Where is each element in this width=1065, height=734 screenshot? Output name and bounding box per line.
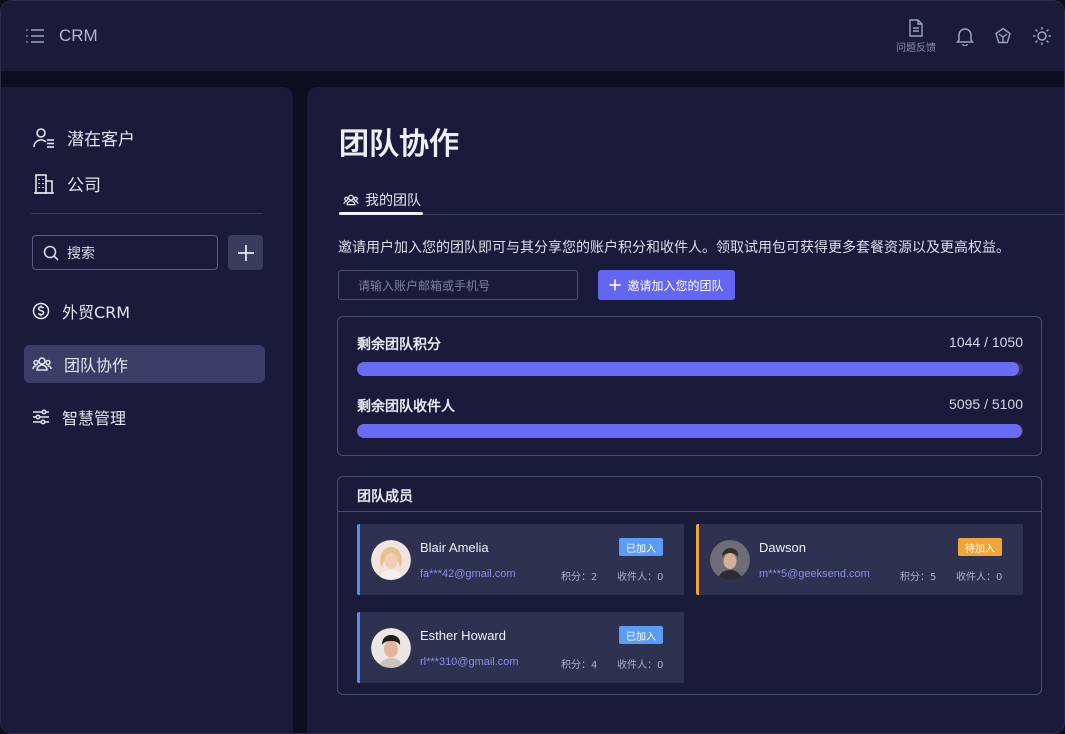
member-email: rl***310@gmail.com xyxy=(420,656,519,668)
team-icon xyxy=(343,194,359,206)
bell-icon[interactable] xyxy=(956,26,974,46)
sidebar-item-trade-crm[interactable]: 外贸CRM xyxy=(24,292,265,330)
member-points: 积分：2 xyxy=(561,572,598,583)
active-tab-indicator xyxy=(339,212,423,215)
sidebar-item-company[interactable]: 公司 xyxy=(33,171,101,196)
quota-card: 剩余团队积分 1044 / 1050 剩余团队收件人 5095 / 5100 xyxy=(337,316,1042,456)
member-recipients: 收件人：0 xyxy=(617,572,664,583)
tab-my-team[interactable]: 我的团队 xyxy=(339,190,425,210)
add-button[interactable] xyxy=(228,235,263,270)
feedback-button[interactable]: 问题反馈 xyxy=(896,18,936,54)
sun-icon[interactable] xyxy=(1032,26,1052,46)
main-panel: 团队协作 我的团队 邀请用户加入您的团队即可与其分享您的账户积分和收件人。领取试… xyxy=(307,87,1064,733)
team-icon xyxy=(32,357,52,371)
status-badge: 待加入 xyxy=(958,538,1002,556)
sidebar-item-label: 公司 xyxy=(67,176,101,196)
invite-email-input[interactable]: 请输入账户邮箱或手机号 xyxy=(338,270,578,300)
app-window: CRM 问题反馈 潜在客户 公司 搜索 外贸CRM 团队协作 智慧管理 团队协作… xyxy=(0,0,1065,734)
document-icon xyxy=(909,18,923,37)
sidebar: 潜在客户 公司 搜索 外贸CRM 团队协作 智慧管理 xyxy=(1,87,293,733)
search-icon xyxy=(43,245,59,261)
nav-label: 智慧管理 xyxy=(62,409,127,428)
sidebar-item-leads[interactable]: 潜在客户 xyxy=(33,125,135,150)
avatar xyxy=(710,540,750,580)
invite-button[interactable]: 邀请加入您的团队 xyxy=(598,270,735,300)
member-email: m***5@geeksend.com xyxy=(759,568,870,580)
avatar xyxy=(371,540,411,580)
search-input[interactable]: 搜索 xyxy=(32,235,218,270)
status-badge: 已加入 xyxy=(619,538,663,556)
page-title: 团队协作 xyxy=(339,127,459,162)
quota-label: 剩余团队积分 xyxy=(357,337,441,353)
status-badge: 已加入 xyxy=(619,626,663,644)
member-recipients: 收件人：0 xyxy=(956,572,1003,583)
member-card[interactable]: Blair Amelia 已加入 fa***42@gmail.com 积分：2 … xyxy=(357,524,684,595)
building-icon xyxy=(34,173,54,194)
member-name: Blair Amelia xyxy=(420,540,489,555)
feedback-label: 问题反馈 xyxy=(896,42,936,54)
dollar-circle-icon xyxy=(32,302,50,320)
member-points: 积分：4 xyxy=(561,660,598,671)
sidebar-item-smart-management[interactable]: 智慧管理 xyxy=(24,398,265,436)
quota-value: 5095 / 5100 xyxy=(949,396,1023,412)
top-header: CRM 问题反馈 xyxy=(1,1,1064,71)
member-card[interactable]: Dawson 待加入 m***5@geeksend.com 积分：5 收件人：0 xyxy=(696,524,1023,595)
team-description: 邀请用户加入您的团队即可与其分享您的账户积分和收件人。领取试用包可获得更多套餐资… xyxy=(338,240,1010,256)
search-placeholder: 搜索 xyxy=(67,245,95,262)
avatar xyxy=(371,628,411,668)
member-email: fa***42@gmail.com xyxy=(420,568,516,580)
invite-placeholder: 请输入账户邮箱或手机号 xyxy=(358,278,491,293)
sidebar-item-label: 潜在客户 xyxy=(67,130,135,150)
quota-label: 剩余团队收件人 xyxy=(357,399,455,415)
progress-fill xyxy=(357,362,1020,376)
plus-icon xyxy=(609,279,621,291)
members-title: 团队成员 xyxy=(357,489,413,505)
tab-label: 我的团队 xyxy=(365,193,421,209)
quota-value: 1044 / 1050 xyxy=(949,334,1023,350)
members-card: 团队成员 Blair Amelia 已加入 fa***42@gmail.com … xyxy=(337,476,1042,695)
brand-title: CRM xyxy=(59,26,98,45)
members-divider xyxy=(338,511,1041,512)
gem-icon[interactable] xyxy=(994,27,1012,45)
member-name: Dawson xyxy=(759,540,806,555)
nav-label: 外贸CRM xyxy=(62,303,131,322)
header-actions: 问题反馈 xyxy=(876,1,1052,71)
member-points: 积分：5 xyxy=(900,572,937,583)
member-name: Esther Howard xyxy=(420,628,506,643)
member-recipients: 收件人：0 xyxy=(617,660,664,671)
sliders-icon xyxy=(33,409,49,425)
menu-icon[interactable] xyxy=(25,26,45,46)
user-list-icon xyxy=(33,127,54,148)
sidebar-item-team[interactable]: 团队协作 xyxy=(24,345,265,383)
plus-icon xyxy=(237,244,254,261)
member-card[interactable]: Esther Howard 已加入 rl***310@gmail.com 积分：… xyxy=(357,612,684,683)
progress-fill xyxy=(357,424,1023,438)
sidebar-divider xyxy=(31,213,263,214)
progress-track xyxy=(357,362,1023,376)
invite-button-label: 邀请加入您的团队 xyxy=(627,278,724,293)
progress-track xyxy=(357,424,1023,438)
tab-divider xyxy=(339,214,1064,215)
nav-label: 团队协作 xyxy=(64,356,129,375)
